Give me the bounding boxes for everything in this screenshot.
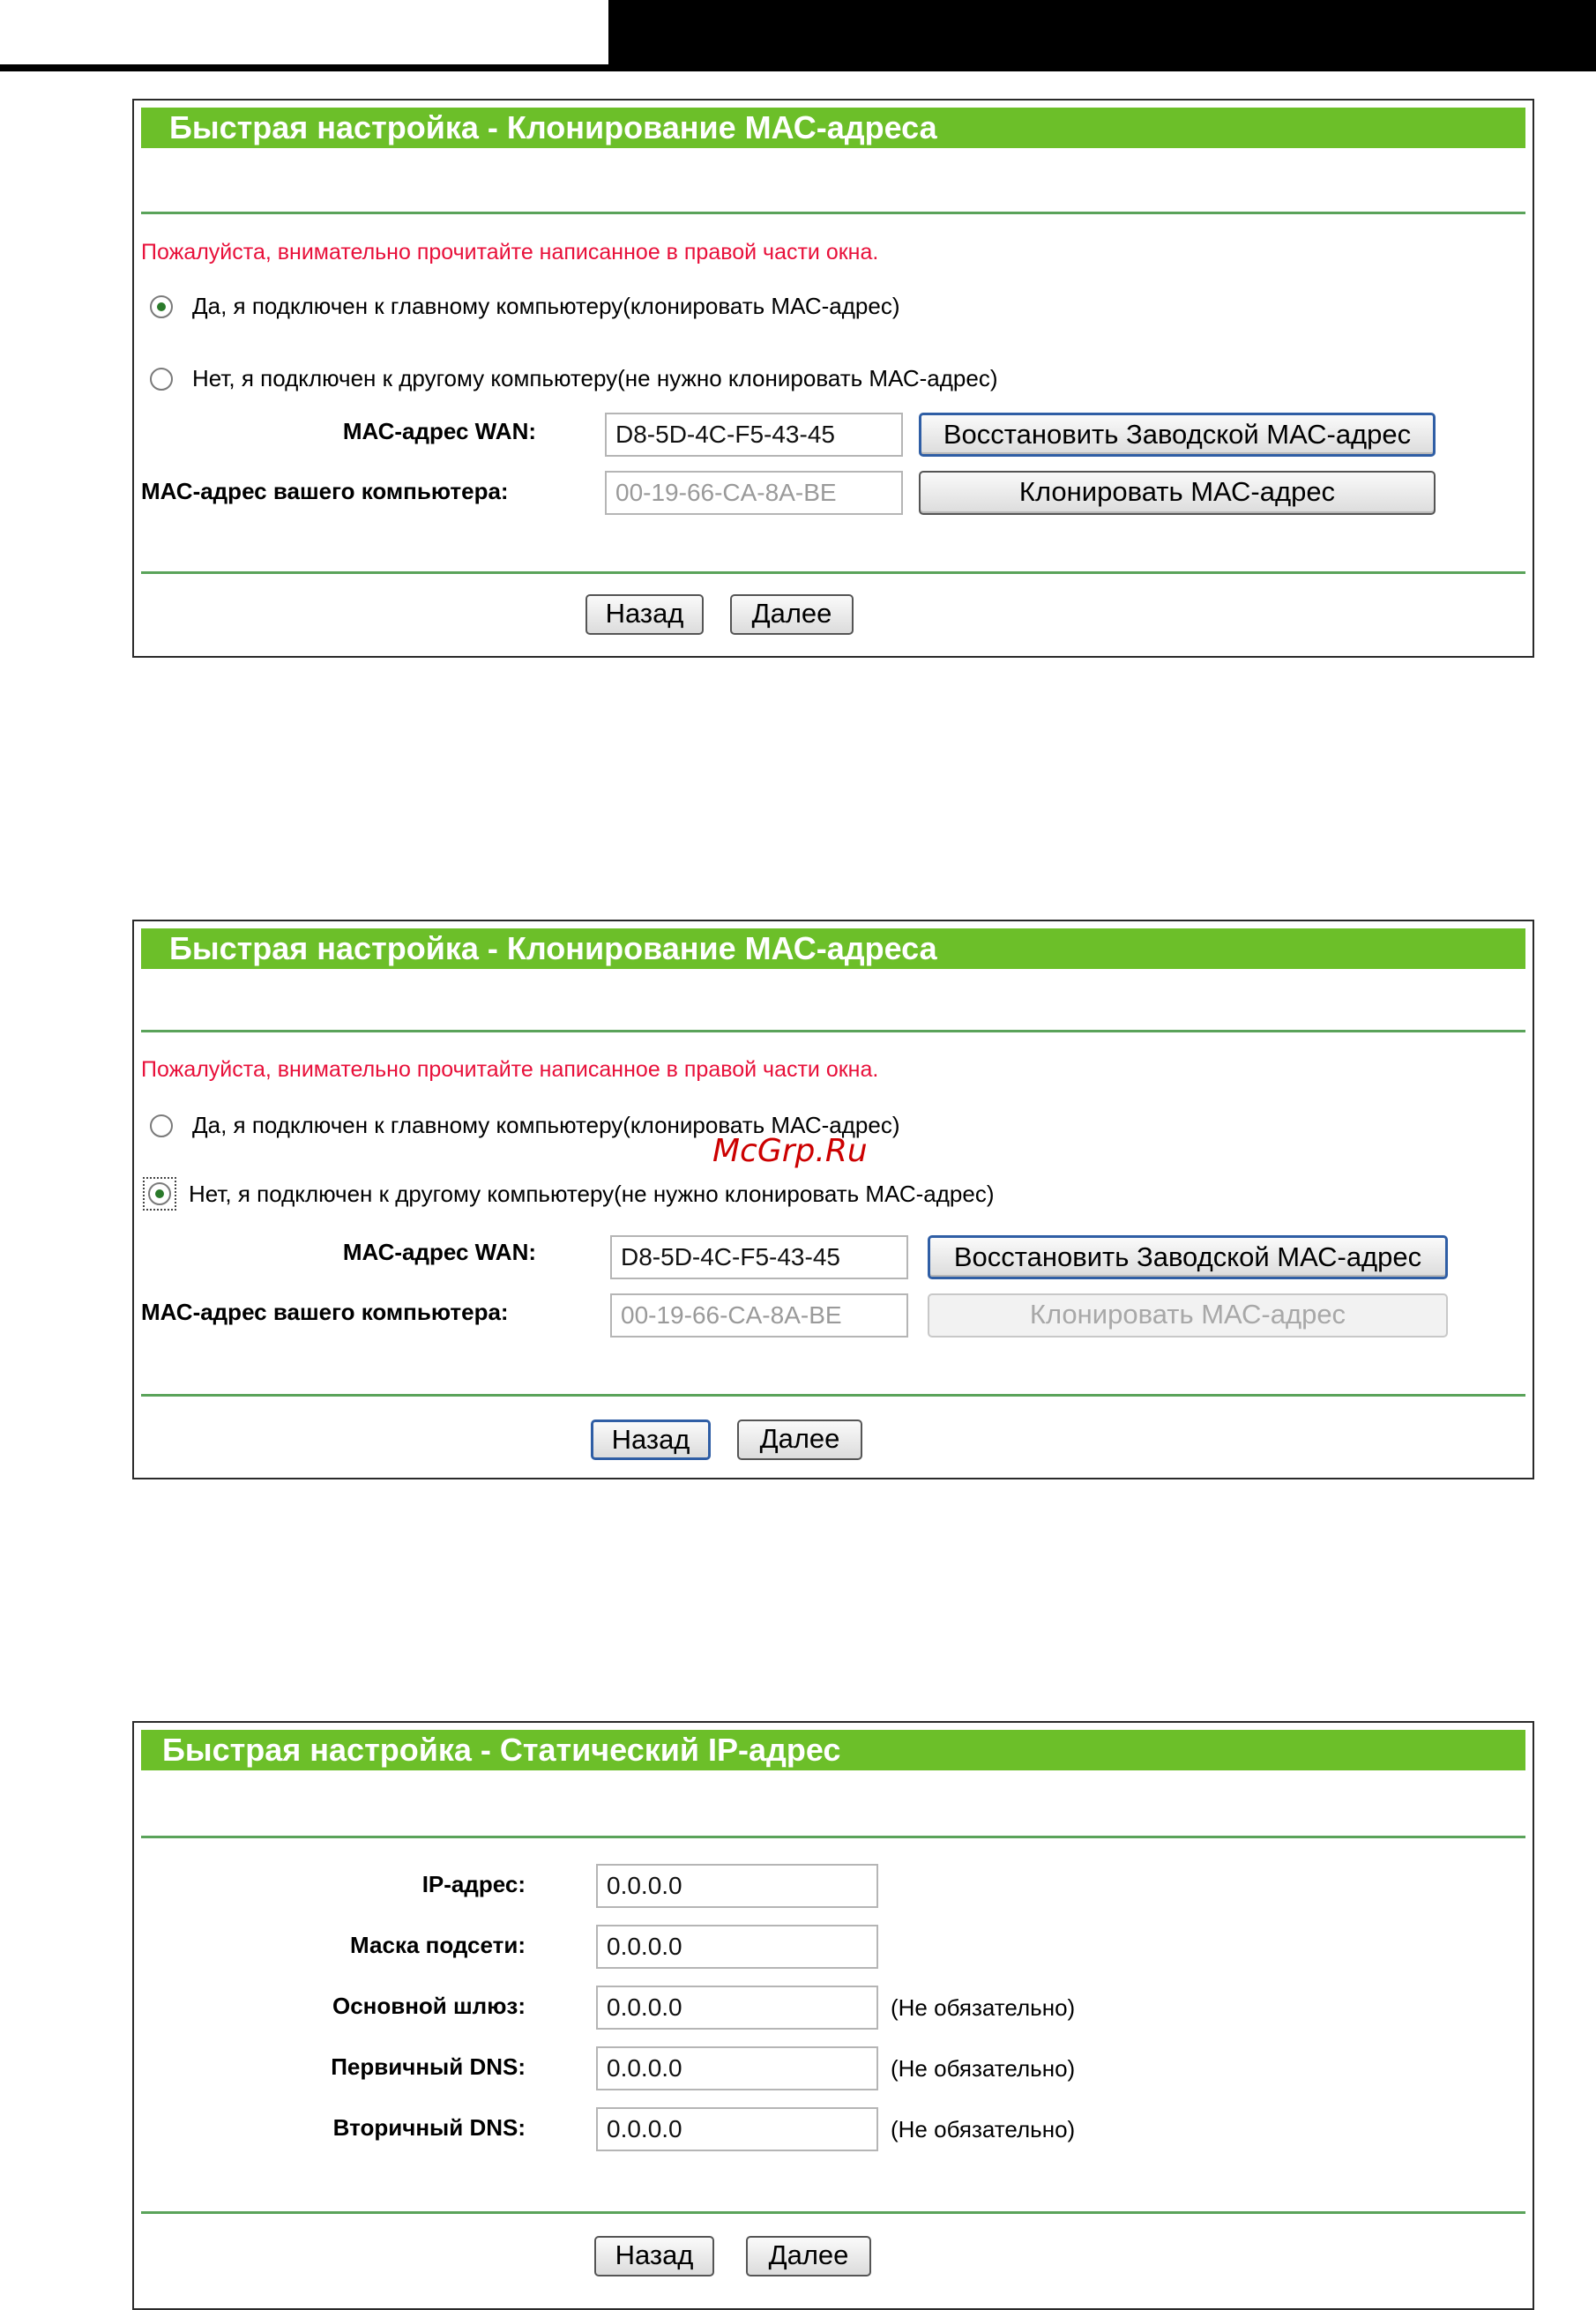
divider — [141, 212, 1525, 214]
radio-yes[interactable] — [150, 294, 173, 318]
option-no-row[interactable]: Нет, я подключен к другому компьютеру(не… — [150, 365, 997, 392]
wan-mac-label: МАС-адрес WAN: — [342, 418, 536, 444]
ip-row-input[interactable]: 0.0.0.0 — [596, 1986, 878, 2030]
next-button[interactable]: Далее — [737, 1420, 862, 1460]
static-ip-panel: Быстрая настройка - Статический IP-адрес… — [132, 1721, 1534, 2310]
divider — [141, 2211, 1525, 2214]
pc-mac-input: 00-19-66-CA-8A-BE — [610, 1293, 908, 1338]
ip-row-label: Первичный DNS: — [331, 2053, 526, 2080]
radio-yes[interactable] — [150, 1114, 173, 1137]
ip-row-input[interactable]: 0.0.0.0 — [596, 1925, 878, 1969]
option-no-label: Нет, я подключен к другому компьютеру(не… — [189, 1180, 995, 1207]
warning-text: Пожалуйста, внимательно прочитайте напис… — [141, 240, 879, 265]
pc-mac-label: МАС-адрес вашего компьютера: — [141, 478, 509, 504]
ip-row-input[interactable]: 0.0.0.0 — [596, 1864, 878, 1908]
watermark-text: McGrp.Ru — [712, 1133, 868, 1169]
pc-mac-label: МАС-адрес вашего компьютера: — [141, 1299, 509, 1325]
page-header-block — [608, 0, 1596, 71]
mac-clone-panel-1: Быстрая настройка - Клонирование МАС-адр… — [132, 99, 1534, 658]
radio-no[interactable] — [148, 1182, 171, 1205]
clone-mac-button: Клонировать МАС-адрес — [928, 1293, 1448, 1338]
option-no-row[interactable]: Нет, я подключен к другому компьютеру(не… — [143, 1177, 995, 1211]
option-no-label: Нет, я подключен к другому компьютеру(не… — [192, 365, 998, 391]
ip-row-label: Вторичный DNS: — [332, 2114, 526, 2141]
ip-row-label: Основной шлюз: — [332, 1993, 526, 2019]
restore-factory-mac-button[interactable]: Восстановить Заводской МАС-адрес — [919, 413, 1436, 457]
mac-clone-panel-2: Быстрая настройка - Клонирование МАС-адр… — [132, 920, 1534, 1479]
optional-note: (Не обязательно) — [891, 1994, 1076, 2021]
radio-no[interactable] — [150, 367, 173, 391]
option-yes-label: Да, я подключен к главному компьютеру(кл… — [192, 293, 900, 319]
divider — [141, 1836, 1525, 1838]
panel-title: Быстрая настройка - Статический IP-адрес — [141, 1730, 1525, 1770]
clone-mac-button[interactable]: Клонировать МАС-адрес — [919, 471, 1436, 515]
panel-title: Быстрая настройка - Клонирование МАС-адр… — [141, 928, 1525, 969]
wan-mac-label: МАС-адрес WAN: — [342, 1239, 536, 1265]
next-button[interactable]: Далее — [746, 2236, 871, 2276]
divider — [141, 1394, 1525, 1397]
optional-note: (Не обязательно) — [891, 2055, 1076, 2082]
wan-mac-input[interactable]: D8-5D-4C-F5-43-45 — [610, 1235, 908, 1279]
page-header-rule — [0, 64, 608, 71]
restore-factory-mac-button[interactable]: Восстановить Заводской МАС-адрес — [928, 1235, 1448, 1279]
back-button[interactable]: Назад — [591, 1420, 711, 1460]
ip-row-label: IP-адрес: — [421, 1871, 526, 1897]
back-button[interactable]: Назад — [585, 594, 704, 635]
divider — [141, 571, 1525, 574]
next-button[interactable]: Далее — [730, 594, 854, 635]
ip-row-input[interactable]: 0.0.0.0 — [596, 2046, 878, 2090]
optional-note: (Не обязательно) — [891, 2116, 1076, 2142]
pc-mac-input: 00-19-66-CA-8A-BE — [605, 471, 903, 515]
ip-row-label: Маска подсети: — [350, 1932, 526, 1958]
panel-title: Быстрая настройка - Клонирование МАС-адр… — [141, 108, 1525, 148]
back-button[interactable]: Назад — [594, 2236, 714, 2276]
radio-focus-outline — [143, 1177, 176, 1211]
wan-mac-input[interactable]: D8-5D-4C-F5-43-45 — [605, 413, 903, 457]
warning-text: Пожалуйста, внимательно прочитайте напис… — [141, 1057, 879, 1082]
divider — [141, 1030, 1525, 1032]
option-yes-row[interactable]: Да, я подключен к главному компьютеру(кл… — [150, 293, 899, 320]
ip-row-input[interactable]: 0.0.0.0 — [596, 2107, 878, 2151]
